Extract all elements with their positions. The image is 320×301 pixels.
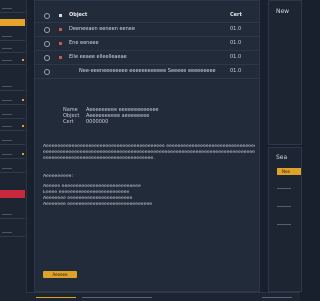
radio-icon[interactable] (44, 27, 50, 33)
sidebar-item[interactable] (0, 124, 25, 131)
list-item-code: 01.0 (230, 68, 242, 74)
list-item-code: 01.0 (230, 40, 242, 46)
paragraph-line: eeeeeeeeeeeeeeeeeeeeeeeeeeeeeeeeeeeeeee. (43, 156, 155, 161)
sidebar-item-active[interactable] (0, 19, 25, 26)
bottom-accent-segment (36, 297, 76, 298)
notes-line: Aeeeeeee eeeeeeeeeeeeeeeeeeeeeeeeeeeeee (43, 202, 153, 207)
bottom-segment (82, 297, 152, 298)
field-value: 0000000 (86, 119, 109, 125)
bottom-segment (262, 297, 292, 298)
list-item-name: Deeneeaen eeneen eenee (69, 26, 135, 32)
radio-icon[interactable] (44, 13, 50, 19)
square-icon (59, 14, 62, 17)
sidebar-item[interactable] (0, 166, 25, 173)
description-paragraph: Aeeeeeeeeeeeeeeeeeeeeeeeeeeeeeeeeeeeeeee… (43, 144, 255, 162)
status-square-icon (59, 28, 62, 31)
list-item[interactable]: Deeneeaen eeneen eenee 01.0 (35, 23, 259, 37)
left-sidebar (0, 0, 27, 300)
sidebar-item[interactable] (0, 84, 25, 91)
main-panel: Object Cert Deeneeaen eeneen eenee 01.0 … (34, 0, 260, 292)
right-panel-search: Sea Nee (268, 147, 302, 292)
sidebar-item[interactable] (0, 46, 25, 53)
sidebar-item[interactable] (0, 58, 25, 65)
sidebar-item[interactable] (0, 98, 25, 105)
sidebar-item[interactable] (0, 34, 25, 41)
list-item-code: 01.0 (230, 26, 242, 32)
column-header-cert: Cert (230, 12, 242, 18)
sidebar-item[interactable] (0, 212, 25, 219)
primary-action-button[interactable]: Aeeeee (43, 271, 77, 278)
right-panel-top: New (268, 0, 302, 145)
panel-title: Sea (276, 154, 288, 161)
list-line (277, 206, 291, 207)
radio-icon[interactable] (44, 55, 50, 61)
list-item-name: Ene eeneee (69, 40, 99, 46)
detail-fields: Name Aeeeeeeeee eeeeeeeeeeeee Object Aee… (43, 107, 255, 125)
search-button[interactable]: Nee (277, 168, 301, 175)
sidebar-item[interactable] (0, 138, 25, 145)
sidebar-item[interactable] (0, 6, 25, 13)
list-header: Object Cert (35, 9, 259, 23)
list-item[interactable]: Nee-eeeneeeeeeee eeeeeeeeeeee Seeeee eee… (35, 65, 259, 79)
sidebar-item[interactable] (0, 152, 25, 159)
list-item-code: 01.0 (230, 54, 242, 60)
status-square-icon (59, 56, 62, 59)
list-line (277, 224, 291, 225)
notes-paragraph: Aeeeeeeeee: Aeeeee eeeeeeeeeeeeeeeeeeeee… (43, 174, 255, 208)
status-square-icon (59, 42, 62, 45)
sidebar-item[interactable] (0, 230, 25, 237)
list-line (277, 188, 291, 189)
object-list: Object Cert Deeneeaen eeneen eenee 01.0 … (35, 9, 259, 79)
list-item[interactable]: Ene eeneee 01.0 (35, 37, 259, 51)
list-item[interactable]: Elle eeaee elleelleaeae 01.0 (35, 51, 259, 65)
column-header-object: Object (69, 12, 88, 18)
radio-icon[interactable] (44, 41, 50, 47)
sidebar-alert-item[interactable] (0, 190, 25, 198)
list-item-name: Nee-eeeneeeeeeee eeeeeeeeeeee Seeeee eee… (79, 68, 216, 74)
panel-title: New (276, 8, 290, 15)
notes-title: Aeeeeeeeee: (43, 174, 74, 179)
field-label: Cert (63, 119, 74, 125)
radio-icon[interactable] (44, 69, 50, 75)
list-item-name: Elle eeaee elleelleaeae (69, 54, 127, 60)
detail-field: Cert 0000000 (43, 119, 255, 125)
sidebar-item[interactable] (0, 112, 25, 119)
